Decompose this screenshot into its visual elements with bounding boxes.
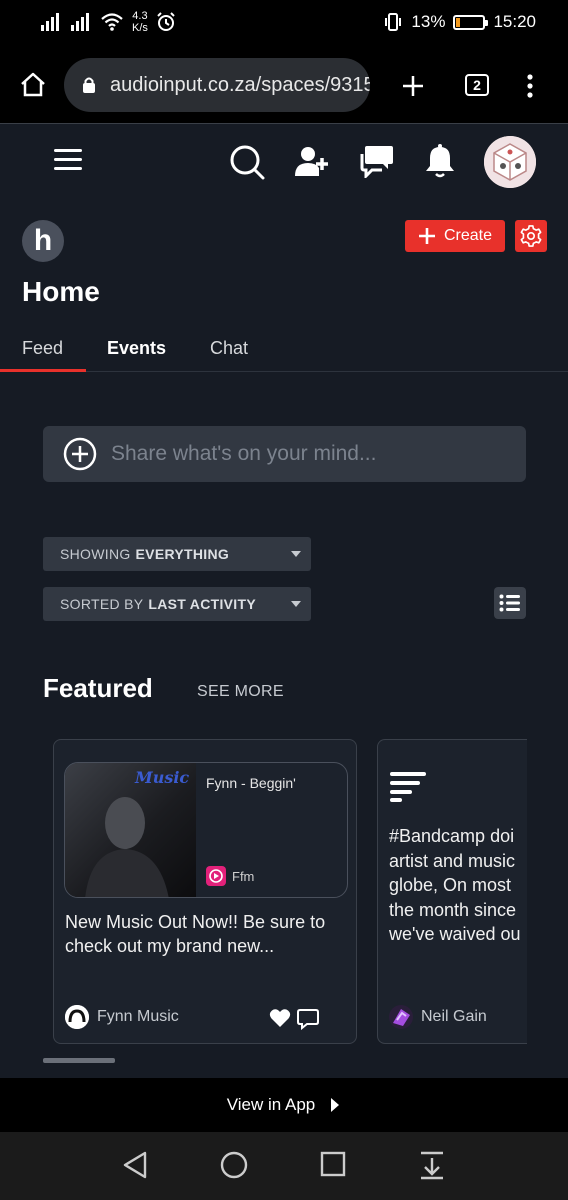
comment-icon[interactable] (297, 1008, 319, 1030)
user-avatar[interactable] (484, 136, 536, 188)
card-excerpt-line: check out my brand new... (65, 936, 275, 956)
author-name: Neil Gain (421, 1008, 487, 1025)
card-excerpt-line: globe, On most (389, 875, 512, 895)
create-button[interactable]: Create (405, 220, 505, 252)
media-preview[interactable]: Music Fynn - Beggin' Ffm (64, 762, 348, 898)
share-placeholder: Share what's on your mind... (111, 442, 377, 465)
card-author[interactable]: Fynn Music (65, 1005, 179, 1029)
media-source-logo-icon (206, 866, 226, 886)
notification-shade-icon[interactable] (418, 1150, 446, 1180)
list-view-icon (499, 594, 520, 612)
card-excerpt-line: artist and music (389, 850, 516, 871)
browser-toolbar: audioinput.co.za/spaces/9315 2 (0, 46, 568, 124)
author-avatar (65, 1005, 89, 1029)
card-excerpt: #Bandcamp doi artist and music globe, On… (389, 824, 527, 947)
tab-events[interactable]: Events (107, 338, 166, 359)
vibrate-icon (385, 13, 402, 31)
wifi-icon (101, 13, 123, 31)
artist-photo: Music (85, 768, 189, 897)
showing-filter-prefix: SHOWING (60, 546, 131, 562)
author-logo-icon (393, 1009, 410, 1026)
url-text: audioinput.co.za/spaces/9315 (110, 73, 370, 96)
author-logo-icon (65, 1005, 89, 1029)
add-circle-icon (63, 437, 97, 471)
status-left: 4.3 K/s (40, 10, 176, 34)
tab-switcher-button[interactable]: 2 (465, 74, 489, 96)
signal-icon (71, 13, 89, 31)
menu-icon[interactable] (54, 149, 82, 176)
more-menu-icon[interactable] (526, 74, 534, 98)
settings-button[interactable] (515, 220, 547, 252)
featured-card[interactable]: #Bandcamp doi artist and music globe, On… (377, 739, 527, 1044)
card-excerpt: New Music Out Now!! Be sure to check out… (65, 910, 351, 958)
play-arrow-icon (331, 1098, 340, 1112)
status-bar: 4.3 K/s 13% 15:20 (0, 0, 568, 46)
featured-heading: Featured (43, 673, 153, 703)
card-actions (269, 1008, 319, 1030)
tab-chat[interactable]: Chat (210, 338, 248, 359)
caret-down-icon (291, 551, 301, 557)
battery-icon (453, 14, 489, 30)
media-thumbnail: Music (65, 763, 196, 897)
svg-text:Music: Music (134, 768, 189, 787)
media-source: Ffm (206, 866, 254, 886)
gear-icon (520, 225, 542, 247)
sort-filter-value: LAST ACTIVITY (148, 596, 256, 612)
card-author[interactable]: Neil Gain (389, 1005, 487, 1029)
app-header: h Create Home Feed Events Chat (0, 124, 568, 372)
card-excerpt-line: #Bandcamp doi (389, 826, 515, 846)
recents-square-icon[interactable] (319, 1150, 347, 1178)
battery-percent: 13% (411, 12, 446, 31)
network-speed-value: 4.3 (132, 10, 148, 22)
sort-filter-dropdown[interactable]: SORTED BY LAST ACTIVITY (43, 587, 311, 621)
like-heart-icon[interactable] (269, 1008, 291, 1028)
media-title: Fynn - Beggin' (206, 775, 296, 791)
home-icon[interactable] (20, 72, 46, 98)
avatar-graphic (484, 136, 536, 188)
view-in-app-label: View in App (226, 1095, 316, 1114)
tab-feed[interactable]: Feed (22, 338, 63, 359)
sort-filter-prefix: SORTED BY (60, 596, 144, 612)
carousel-scrollbar[interactable] (43, 1058, 115, 1063)
notifications-bell-icon[interactable] (424, 144, 456, 178)
card-excerpt-line: we've waived ou (389, 924, 521, 944)
signal-icon (41, 13, 59, 31)
page-title: Home (22, 276, 100, 307)
author-avatar (389, 1005, 413, 1029)
new-tab-icon[interactable] (401, 74, 425, 98)
share-post-input[interactable]: Share what's on your mind... (43, 426, 526, 482)
author-name: Fynn Music (97, 1008, 179, 1025)
card-excerpt-line: the month since (389, 899, 517, 920)
card-excerpt-line: New Music Out Now!! Be sure to (65, 912, 326, 932)
status-right: 13% 15:20 (383, 12, 536, 32)
caret-down-icon (291, 601, 301, 607)
showing-filter-value: EVERYTHING (135, 546, 230, 562)
home-circle-icon[interactable] (219, 1150, 249, 1180)
space-logo[interactable]: h (22, 220, 64, 262)
text-post-icon (390, 772, 426, 802)
back-icon[interactable] (121, 1150, 149, 1180)
add-user-icon[interactable] (294, 144, 330, 180)
system-navigation-bar (0, 1132, 568, 1200)
lock-icon (83, 77, 95, 93)
network-speed-unit: K/s (132, 22, 148, 34)
view-in-app-banner[interactable]: View in App (0, 1078, 568, 1132)
battery-level-fill (456, 17, 461, 27)
messages-icon[interactable] (358, 144, 394, 178)
clock-time: 15:20 (493, 12, 536, 31)
tab-bar: Feed Events Chat (0, 332, 568, 372)
showing-filter-dropdown[interactable]: SHOWING EVERYTHING (43, 537, 311, 571)
featured-card[interactable]: Music Fynn - Beggin' Ffm New Music Out N… (53, 739, 357, 1044)
active-tab-indicator (0, 369, 86, 372)
media-source-name: Ffm (232, 868, 255, 884)
address-bar[interactable]: audioinput.co.za/spaces/9315 (64, 58, 370, 112)
search-icon[interactable] (229, 144, 267, 182)
plus-icon (418, 228, 435, 244)
tab-count: 2 (473, 77, 481, 93)
see-more-link[interactable]: SEE MORE (197, 683, 284, 701)
list-view-toggle[interactable] (494, 587, 526, 619)
network-speed: 4.3 K/s (132, 10, 148, 34)
alarm-icon (157, 12, 175, 31)
create-button-label: Create (443, 227, 493, 244)
